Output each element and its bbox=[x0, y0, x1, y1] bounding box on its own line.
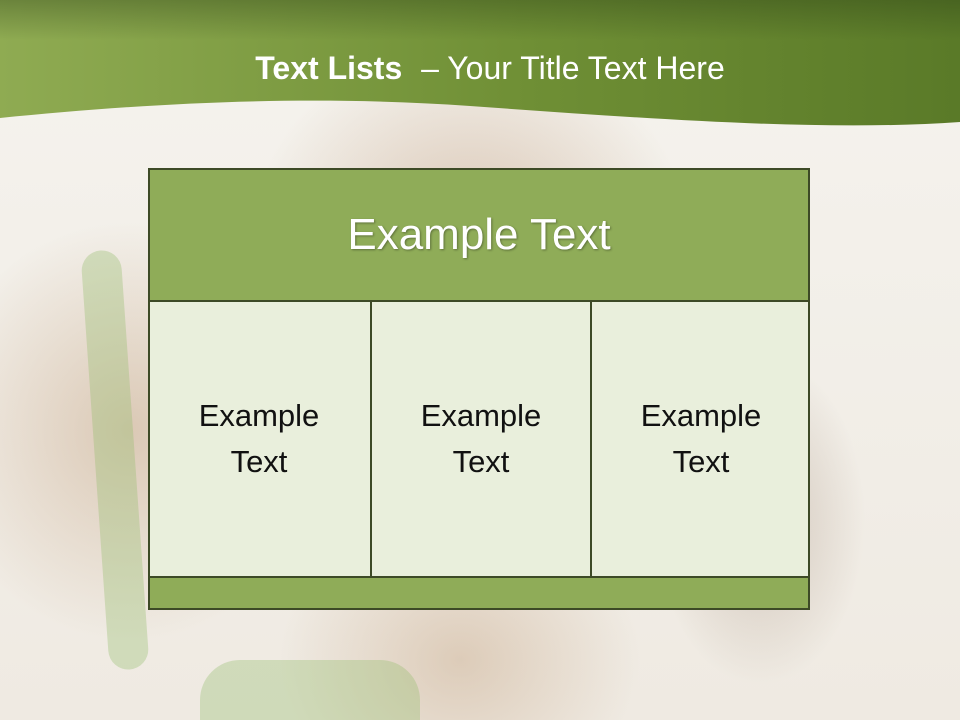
table-cell-2-text: Example Text bbox=[420, 398, 542, 479]
slide-title-rest: Your Title Text Here bbox=[447, 50, 725, 86]
table-footer-bar bbox=[150, 576, 808, 608]
table-cell-2: Example Text bbox=[370, 302, 590, 576]
table-cell-3-text: Example Text bbox=[640, 398, 762, 479]
table-cell-1-text: Example Text bbox=[198, 398, 320, 479]
table-cell-3: Example Text bbox=[590, 302, 810, 576]
slide-title-separator: – bbox=[421, 50, 439, 86]
background-garment bbox=[200, 660, 420, 720]
table-header: Example Text bbox=[150, 170, 808, 302]
table-cell-1: Example Text bbox=[150, 302, 368, 576]
table-header-text: Example Text bbox=[347, 210, 611, 259]
slide-title: Text Lists – Your Title Text Here bbox=[0, 50, 960, 87]
text-list-table: Example Text Example Text Example Text E… bbox=[148, 168, 810, 610]
slide-title-bold: Text Lists bbox=[255, 50, 403, 86]
title-banner: Text Lists – Your Title Text Here bbox=[0, 0, 960, 140]
